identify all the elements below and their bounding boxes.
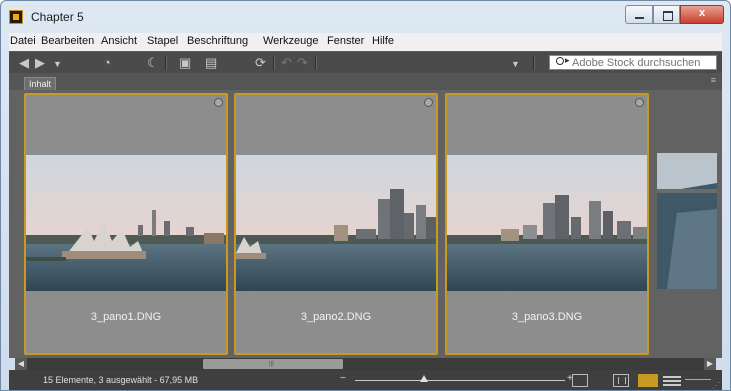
menu-ansicht[interactable]: Ansicht [101,35,137,47]
undo-icon[interactable]: ↶ [281,55,292,70]
search-dropdown-icon[interactable]: ▸ [565,55,570,66]
content-area: 3_pano1.DNG 3_pano2.DNG 3_pano3.DNG [9,90,722,358]
horizontal-scrollbar[interactable]: ◀ ||| ▶ [15,358,716,370]
menu-werkzeuge[interactable]: Werkzeuge [263,35,318,47]
toolbar-divider [165,56,167,70]
thumbnail-image [447,155,647,291]
panel-menu-icon[interactable]: ≡ [711,75,716,85]
view-details-icon[interactable] [638,374,658,387]
search-icon [556,57,564,65]
card-rotate-icon[interactable] [635,98,644,107]
thumbnail-filename: 3_pano1.DNG [90,311,162,323]
history-dropdown-icon[interactable]: ▼ [53,57,62,72]
rotate-icon[interactable]: ⟳ [255,55,266,70]
boomerang-icon[interactable]: ☾ [147,55,159,70]
menu-bearbeiten[interactable]: Bearbeiten [41,35,94,47]
minimize-icon [635,17,644,19]
window-title: Chapter 5 [31,10,84,24]
title-bar: Chapter 5 x [1,1,730,31]
thumbnail-card[interactable]: 3_pano3.DNG [445,93,649,355]
redo-icon[interactable]: ↷ [297,55,308,70]
thumbnail-card[interactable]: 3_pano1.DNG [24,93,228,355]
thumbnail-filename: 3_pano2.DNG [300,311,372,323]
stock-search-box[interactable]: ▸ [549,55,717,70]
close-icon: x [698,7,706,19]
refine-icon[interactable]: ▤ [205,55,217,70]
get-photos-icon[interactable]: ▣ [179,55,191,70]
zoom-out-icon[interactable]: − [340,373,346,384]
menu-beschriftung[interactable]: Beschriftung [187,35,248,47]
lock-grid-icon[interactable] [572,374,588,387]
scroll-grip-icon: ||| [269,361,274,367]
bridge-app-icon [9,10,23,24]
back-arrow-icon[interactable]: ◀ [19,55,29,70]
menu-hilfe[interactable]: Hilfe [372,35,394,47]
view-thumbnails-icon[interactable] [613,374,629,387]
status-bar: 15 Elemente, 3 ausgewählt - 67,95 MB − +… [9,370,722,390]
close-button[interactable]: x [680,5,724,24]
minimize-button[interactable] [625,5,653,24]
maximize-icon [663,11,673,21]
toolbar-divider [273,56,275,70]
scroll-right-icon[interactable]: ▶ [704,358,716,370]
maximize-button[interactable] [653,5,680,24]
scroll-left-icon[interactable]: ◀ [15,358,27,370]
search-input[interactable] [572,56,714,69]
app-window: Chapter 5 x Datei Bearbeiten Ansicht Sta… [0,0,731,391]
thumbnail-partial[interactable] [657,153,717,289]
scrollbar-thumb[interactable]: ||| [203,359,343,369]
content-panel-header: Inhalt ≡ [9,73,722,91]
thumbnail-image [236,155,436,291]
menu-fenster[interactable]: Fenster [327,35,364,47]
menu-datei[interactable]: Datei [10,35,36,47]
toolbar-divider [315,56,317,70]
forward-arrow-icon[interactable]: ▶ [35,55,45,70]
thumbnail-filename: 3_pano3.DNG [511,311,583,323]
status-text: 15 Elemente, 3 ausgewählt - 67,95 MB [43,375,199,385]
menu-bar: Datei Bearbeiten Ansicht Stapel Beschrif… [9,33,722,51]
reveal-icon[interactable]: ◔ [103,55,111,70]
sort-dropdown-icon[interactable]: ▼ [511,57,520,72]
toolbar-divider [533,56,535,70]
card-rotate-icon[interactable] [214,98,223,107]
thumbnail-card[interactable]: 3_pano2.DNG [234,93,438,355]
toolbar: ◀ ▶ ▼ ◔ ☾ ▣ ▤ ⟳ ↶ ↷ ▼ ▸ [9,51,722,74]
thumbnail-size-slider[interactable] [355,380,565,381]
zoom-slider-knob[interactable] [420,375,429,382]
view-size-slider[interactable] [685,379,711,380]
menu-stapel[interactable]: Stapel [147,35,178,47]
tab-inhalt[interactable]: Inhalt [24,77,57,91]
thumbnail-image [26,155,226,291]
view-list-icon[interactable] [663,374,681,387]
resize-grip-icon[interactable]: ⋰ [712,381,720,390]
card-rotate-icon[interactable] [424,98,433,107]
